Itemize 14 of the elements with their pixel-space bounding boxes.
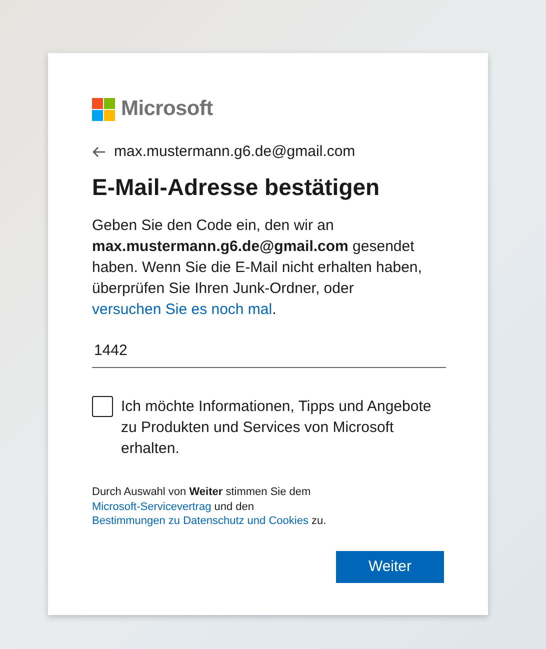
back-button[interactable] <box>92 146 106 158</box>
code-field[interactable]: 1442 <box>92 336 446 368</box>
account-email: max.mustermann.g6.de@gmail.com <box>114 143 356 160</box>
consent-checkbox[interactable] <box>92 396 113 417</box>
logo-text: Microsoft <box>121 97 213 121</box>
text-link[interactable]: Microsoft-Servicevertrag <box>92 500 212 512</box>
instructions-text: Geben Sie den Code ein, den wir an max.mustermann.g6.de@gmail.com gesendet haben. Wenn Sie die E-Mail nicht erhalten haben, überprüfen Sie Ihren Junk-Ordner, oder versuchen Sie es noch mal. <box>92 216 423 320</box>
text-link[interactable]: Bestimmungen zu Datenschutz und Cookies <box>92 515 308 527</box>
text-link[interactable]: versuchen Sie es noch mal <box>92 301 272 318</box>
consent-label: Ich möchte Informationen, Tipps und Angebote zu Produkten und Services von Microsoft erhalten. <box>121 397 432 459</box>
page-title: E-Mail-Adresse bestätigen <box>92 174 381 201</box>
logo-icon <box>92 98 115 120</box>
next-button[interactable]: Weiter <box>336 550 444 582</box>
terms-text: Durch Auswahl von Weiter stimmen Sie dem Microsoft-Servicevertrag und den Bestimmungen zu Datenschutz und Cookies zu. <box>92 485 328 528</box>
